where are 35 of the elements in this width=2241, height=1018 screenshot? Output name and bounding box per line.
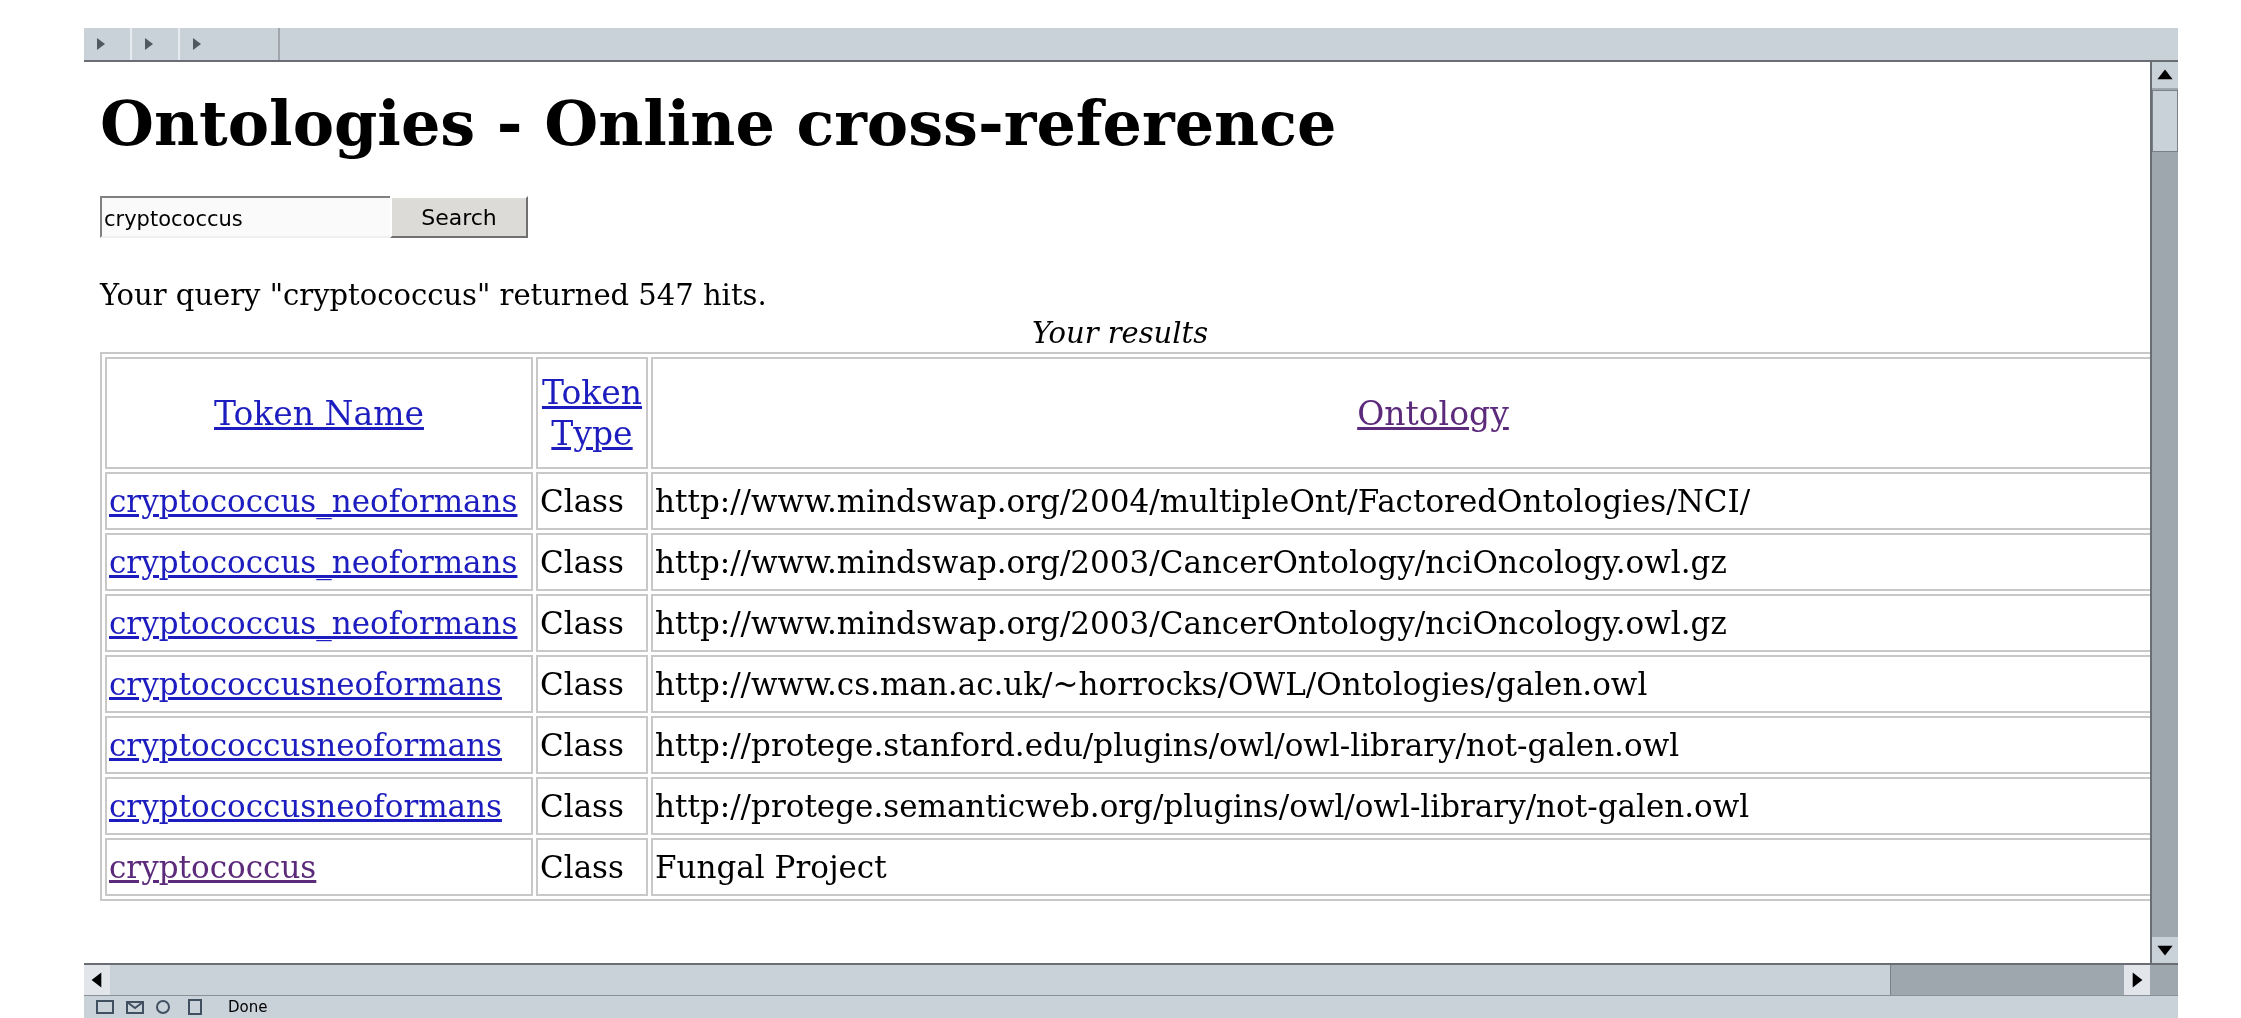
table-cell: http://www.mindswap.org/2003/CancerOntology/nciOncology.owl.gz [655,544,1727,581]
scroll-left-icon[interactable] [84,965,110,995]
window-icon[interactable] [94,999,116,1015]
triangle-icon [96,37,106,51]
scroll-up-icon[interactable] [2152,62,2178,88]
page-title: Ontologies - Online cross-reference [100,90,1338,159]
triangle-icon [144,37,154,51]
table-cell: Fungal Project [655,849,887,886]
table-cell: http://protege.semanticweb.org/plugins/owl/owl-library/not-galen.owl [655,788,1750,825]
table-cell: http://www.mindswap.org/2003/CancerOntology/nciOncology.owl.gz [655,605,1727,642]
scroll-right-icon[interactable] [2124,965,2150,995]
query-summary: Your query "cryptococcus" returned 547 hits. [100,278,768,313]
scroll-thumb[interactable] [2152,90,2178,152]
search-field[interactable]: cryptococcus [100,196,390,239]
search-button[interactable]: Search [390,196,528,239]
table-cell: Class [540,849,624,886]
scroll-thumb[interactable] [110,965,1891,995]
horizontal-scrollbar[interactable] [84,963,2178,995]
scroll-down-icon[interactable] [2152,937,2178,963]
mail-icon[interactable] [124,999,146,1015]
column-header-link[interactable]: Token Name [214,392,424,434]
table-cell: Class [540,544,624,581]
table-cell: http://www.mindswap.org/2004/multipleOnt/FactoredOntologies/NCI/ [655,483,1751,520]
table-cell: http://www.cs.man.ac.uk/~horrocks/OWL/Ontologies/galen.owl [655,666,1648,703]
table-cell: http://protege.stanford.edu/plugins/owl/owl-library/not-galen.owl [655,727,1680,764]
table-cell: Class [540,666,624,703]
table-cell: Class [540,483,624,520]
table-cell: Class [540,605,624,642]
triangle-icon [192,37,202,51]
table-cell: Class [540,788,624,825]
vertical-scrollbar[interactable] [2150,62,2178,963]
table-caption: Your results [1030,316,1210,351]
status-text: Done [228,998,268,1016]
column-header-link[interactable]: Ontology [1357,392,1509,434]
table-cell: Class [540,727,624,764]
